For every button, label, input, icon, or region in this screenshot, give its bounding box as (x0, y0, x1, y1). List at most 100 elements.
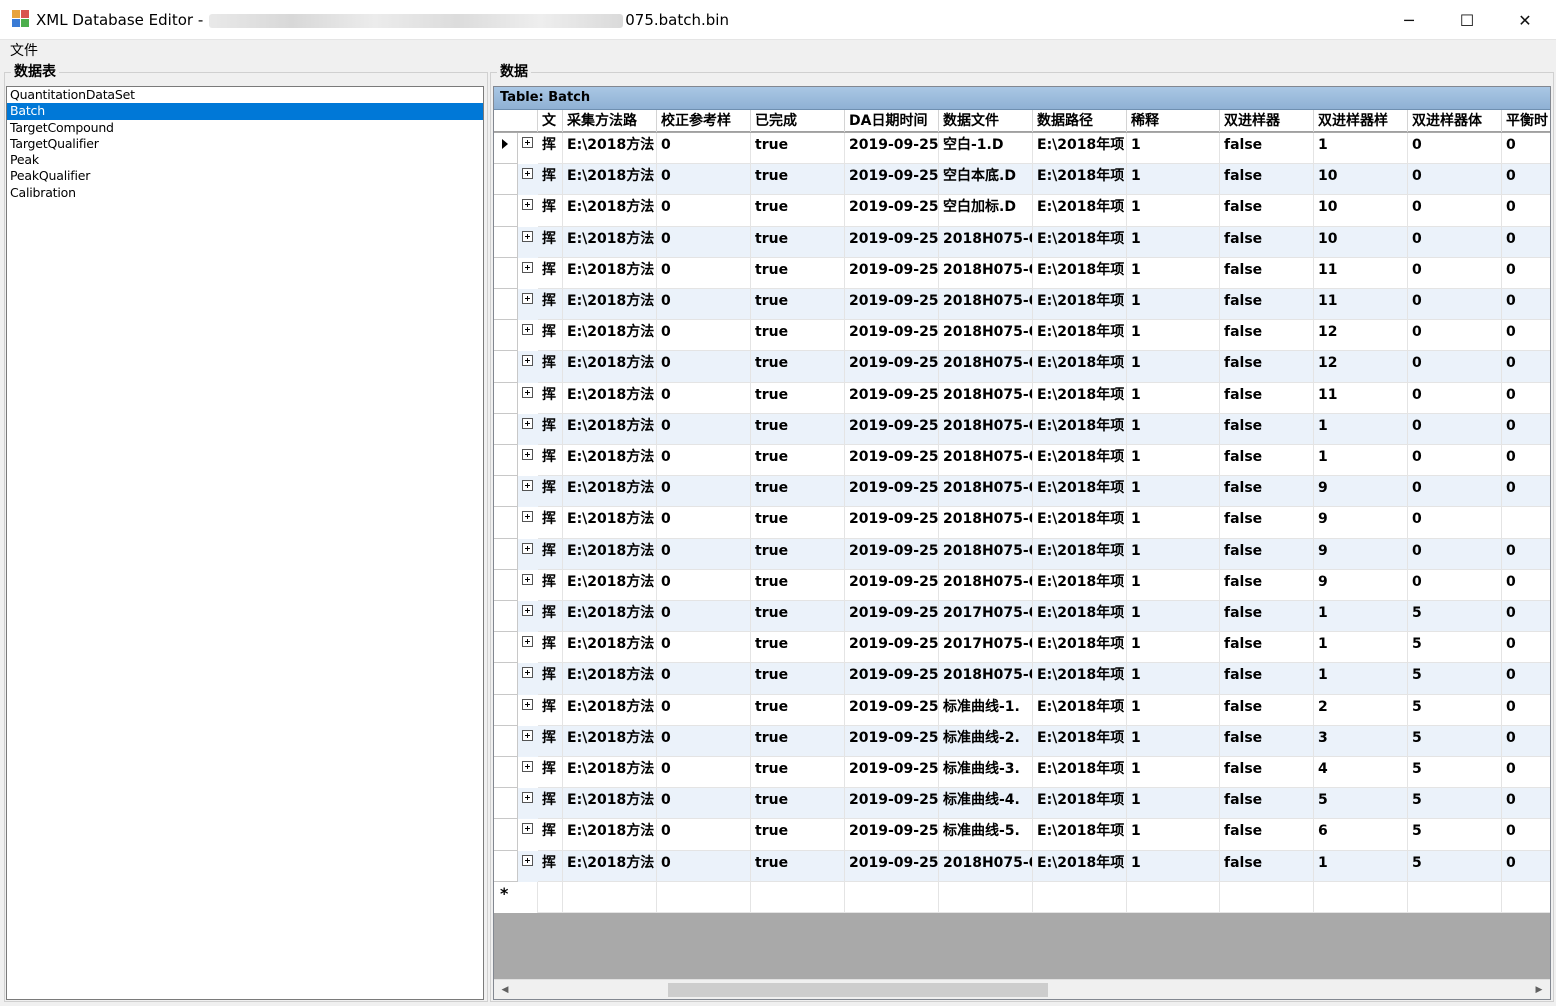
table-cell[interactable]: 1 (1127, 257, 1220, 289)
table-cell[interactable]: 0 (1408, 382, 1502, 414)
table-cell[interactable]: 标准曲线-2. (939, 725, 1033, 757)
table-cell[interactable]: 2019-09-25T (845, 663, 939, 695)
table-cell[interactable]: 挥 (538, 195, 563, 227)
table-cell[interactable]: 0 (1408, 413, 1502, 445)
table-cell[interactable]: 0 (657, 445, 751, 477)
row-header[interactable] (494, 413, 518, 445)
maximize-button[interactable]: ☐ (1438, 0, 1496, 40)
new-row-cell[interactable] (538, 881, 563, 913)
table-cell[interactable]: true (751, 382, 845, 414)
table-cell[interactable]: E:\2018方法 (563, 757, 657, 789)
new-row-cell[interactable] (1033, 881, 1127, 913)
table-cell[interactable]: 12 (1314, 320, 1408, 352)
table-row[interactable]: 挥 E:\2018方法 0 true 2019-09-25T 2017H075-0 E:\2… (494, 632, 1550, 664)
table-cell[interactable]: 1 (1314, 133, 1408, 165)
table-cell[interactable]: false (1220, 757, 1314, 789)
table-cell[interactable]: 0 (657, 195, 751, 227)
table-cell[interactable]: 0 (1502, 195, 1550, 227)
table-cell[interactable]: 5 (1408, 632, 1502, 664)
table-cell[interactable]: 2019-09-25T (845, 601, 939, 633)
table-cell[interactable]: E:\2018年项 (1033, 757, 1127, 789)
table-cell[interactable]: true (751, 788, 845, 820)
table-cell[interactable]: 0 (1502, 539, 1550, 570)
table-cell[interactable]: 2019-09-25T (845, 413, 939, 445)
table-cell[interactable]: 挥 (538, 663, 563, 695)
table-cell[interactable]: 0 (1502, 258, 1550, 289)
table-cell[interactable]: 0 (657, 164, 751, 196)
table-cell[interactable]: 0 (657, 351, 751, 383)
table-cell[interactable]: 9 (1314, 569, 1408, 601)
new-row-cell[interactable] (563, 881, 657, 913)
expand-row-icon[interactable] (522, 480, 533, 492)
table-row[interactable]: 挥 E:\2018方法 0 true 2019-09-25T 2018H075-0 E:\2… (494, 351, 1550, 383)
table-list-item[interactable]: Peak (7, 152, 483, 168)
table-cell[interactable]: 1 (1127, 289, 1220, 321)
row-header[interactable] (494, 725, 518, 757)
table-cell[interactable]: 0 (657, 289, 751, 321)
new-row-cell[interactable] (939, 881, 1033, 913)
table-cell[interactable]: 0 (1408, 476, 1502, 508)
table-cell[interactable]: true (751, 725, 845, 757)
table-cell[interactable]: false (1220, 445, 1314, 477)
table-cell[interactable]: 2017H075-0 (939, 601, 1033, 633)
table-cell[interactable]: 空白加标.D (939, 195, 1033, 227)
table-cell[interactable]: 1 (1127, 725, 1220, 757)
row-header[interactable] (494, 289, 518, 321)
table-cell[interactable]: true (751, 663, 845, 695)
table-cell[interactable]: 2018H075-0 (939, 382, 1033, 414)
table-cell[interactable]: 0 (1502, 445, 1550, 477)
row-header[interactable] (494, 850, 518, 882)
table-cell[interactable]: 0 (1502, 476, 1550, 508)
close-button[interactable]: ✕ (1496, 0, 1554, 40)
table-cell[interactable]: 挥 (538, 757, 563, 789)
table-cell[interactable]: false (1220, 164, 1314, 196)
table-cell[interactable]: 1 (1127, 351, 1220, 383)
row-header[interactable] (494, 476, 518, 508)
table-cell[interactable]: 0 (657, 133, 751, 165)
table-cell[interactable]: 空白本底.D (939, 164, 1033, 196)
table-list[interactable]: QuantitationDataSet Batch TargetCompound Ta… (6, 86, 484, 1000)
table-cell[interactable]: E:\2018方法 (563, 569, 657, 601)
row-header[interactable] (494, 257, 518, 289)
table-row[interactable]: 挥 E:\2018方法 0 true 2019-09-25T 2018H075-0 E:\2… (494, 850, 1550, 882)
table-cell[interactable]: 2018H075-0 (939, 538, 1033, 570)
row-header[interactable] (494, 757, 518, 789)
table-cell[interactable]: 2019-09-25T (845, 445, 939, 477)
expand-row-icon[interactable] (522, 261, 533, 273)
table-cell[interactable]: E:\2018方法 (563, 226, 657, 258)
table-cell[interactable]: true (751, 289, 845, 321)
table-cell[interactable]: 0 (657, 788, 751, 820)
table-cell[interactable]: E:\2018年项 (1033, 850, 1127, 882)
table-list-item[interactable]: PeakQualifier (7, 168, 483, 184)
table-cell[interactable]: 挥 (538, 850, 563, 882)
column-header[interactable]: 采集方法路 (563, 110, 657, 132)
table-cell[interactable]: 0 (1502, 289, 1550, 321)
column-header[interactable]: DA日期时间 (845, 110, 939, 132)
table-cell[interactable]: 0 (657, 819, 751, 851)
table-cell[interactable]: 标准曲线-3. (939, 757, 1033, 789)
table-cell[interactable]: false (1220, 195, 1314, 227)
table-cell[interactable]: true (751, 164, 845, 196)
table-cell[interactable]: 0 (1408, 320, 1502, 352)
column-header[interactable]: 平衡时 (1502, 110, 1550, 132)
table-cell[interactable]: false (1220, 538, 1314, 570)
table-cell[interactable]: 1 (1127, 819, 1220, 851)
table-cell[interactable]: E:\2018方法 (563, 538, 657, 570)
row-header[interactable] (494, 351, 518, 383)
row-header[interactable] (494, 507, 518, 539)
table-cell[interactable]: 0 (657, 601, 751, 633)
scroll-left-arrow[interactable]: ◀ (496, 980, 514, 999)
table-cell[interactable]: 1 (1314, 413, 1408, 445)
table-cell[interactable]: 挥 (538, 289, 563, 321)
table-cell[interactable]: 挥 (538, 320, 563, 352)
table-cell[interactable]: 0 (1502, 351, 1550, 383)
table-list-item[interactable]: TargetCompound (7, 120, 483, 136)
table-cell[interactable]: 2019-09-25T (845, 195, 939, 227)
table-cell[interactable]: 1 (1127, 195, 1220, 227)
row-header[interactable] (494, 601, 518, 633)
row-header[interactable] (494, 226, 518, 258)
table-cell[interactable]: 2019-09-25T (845, 850, 939, 882)
table-cell[interactable]: E:\2018年项 (1033, 351, 1127, 383)
table-cell[interactable]: 12 (1314, 351, 1408, 383)
new-row-cell[interactable] (751, 881, 845, 913)
